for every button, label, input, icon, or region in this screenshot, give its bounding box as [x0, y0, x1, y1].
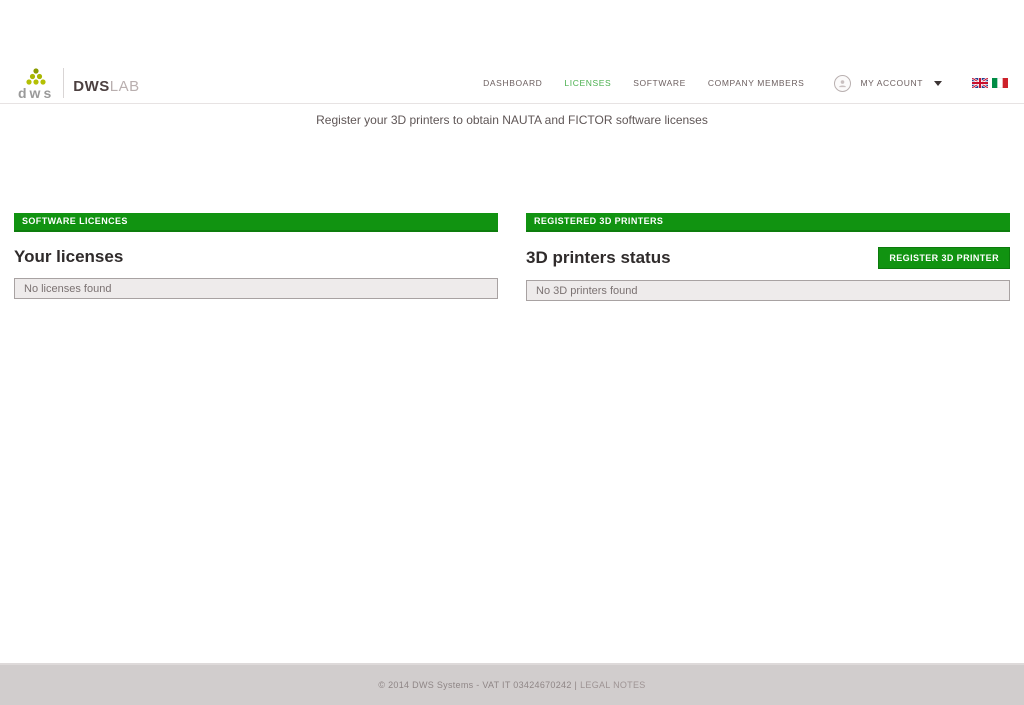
- registered-printers-panel: REGISTERED 3D PRINTERS 3D printers statu…: [526, 213, 1010, 301]
- logo-divider: [63, 68, 64, 98]
- legal-notes-link[interactable]: LEGAL NOTES: [580, 680, 646, 690]
- registered-printers-bar: REGISTERED 3D PRINTERS: [526, 213, 1010, 232]
- logo-dots-icon: [24, 68, 48, 85]
- brand-suffix: LAB: [110, 78, 140, 95]
- brand-main: DWS: [73, 78, 110, 95]
- dws-logo[interactable]: dws DWSLAB: [18, 66, 140, 100]
- software-licences-bar: SOFTWARE LICENCES: [14, 213, 498, 232]
- your-licenses-heading: Your licenses: [14, 247, 123, 267]
- page-subtitle: Register your 3D printers to obtain NAUT…: [0, 113, 1024, 127]
- uk-flag-icon[interactable]: [972, 78, 988, 88]
- nav-item-licenses[interactable]: LICENSES: [564, 78, 611, 88]
- register-3d-printer-button[interactable]: REGISTER 3D PRINTER: [878, 247, 1010, 269]
- no-printers-message: No 3D printers found: [526, 280, 1010, 301]
- brand-text: DWSLAB: [73, 78, 139, 95]
- language-switcher: [972, 78, 1008, 88]
- account-menu[interactable]: MY ACCOUNT: [834, 75, 942, 92]
- avatar-icon[interactable]: [834, 75, 851, 92]
- content-columns: SOFTWARE LICENCES Your licenses No licen…: [14, 213, 1010, 301]
- nav-item-software[interactable]: SOFTWARE: [633, 78, 686, 88]
- italy-flag-icon[interactable]: [992, 78, 1008, 88]
- logo-wordmark: dws: [18, 86, 54, 100]
- dws-logo-mark: dws: [18, 68, 54, 100]
- page-footer: © 2014 DWS Systems - VAT IT 03424670242 …: [0, 663, 1024, 705]
- chevron-down-icon[interactable]: [934, 81, 942, 86]
- copyright-text: © 2014 DWS Systems - VAT IT 03424670242 …: [378, 680, 577, 690]
- no-licenses-message: No licenses found: [14, 278, 498, 299]
- software-licenses-panel: SOFTWARE LICENCES Your licenses No licen…: [14, 213, 498, 301]
- my-account-link[interactable]: MY ACCOUNT: [860, 78, 923, 88]
- nav-item-dashboard[interactable]: DASHBOARD: [483, 78, 542, 88]
- nav-item-company-members[interactable]: COMPANY MEMBERS: [708, 78, 805, 88]
- main-nav: DASHBOARD LICENSES SOFTWARE COMPANY MEMB…: [483, 75, 1008, 92]
- top-header: dws DWSLAB DASHBOARD LICENSES SOFTWARE C…: [0, 63, 1024, 104]
- printers-status-heading: 3D printers status: [526, 248, 671, 268]
